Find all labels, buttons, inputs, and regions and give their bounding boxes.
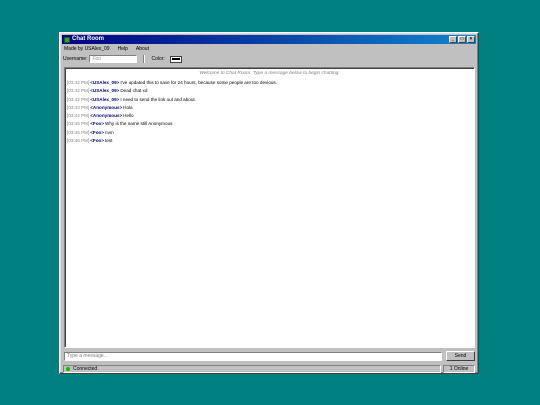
- online-count: 1 Online: [443, 365, 475, 373]
- connection-label: Connected: [73, 366, 98, 372]
- message-time: [03:45 PM]: [67, 129, 90, 135]
- message-text: I've updated this to save for 24 hours, …: [120, 80, 277, 85]
- menu-bar: Made by USAlex_09 Help About: [63, 45, 475, 53]
- username-input[interactable]: Foo: [89, 55, 138, 63]
- toolbar: Username: Foo Color:: [63, 54, 475, 64]
- color-picker[interactable]: [169, 55, 182, 63]
- window-title: Chat Room: [72, 36, 104, 42]
- menu-item-about[interactable]: About: [135, 46, 150, 52]
- close-button[interactable]: ×: [467, 36, 475, 43]
- message-time: [03:43 PM]: [67, 104, 90, 110]
- chat-message: [03:42 PM]<USAlex_09>I've updated this t…: [65, 79, 474, 87]
- message-time: [03:44 PM]: [67, 113, 90, 119]
- menu-item-help[interactable]: Help: [117, 46, 129, 52]
- app-icon: [64, 36, 70, 43]
- status-bar: Connected 1 Online: [63, 365, 475, 373]
- message-user: <USAlex_09>: [90, 80, 120, 85]
- color-label: Color:: [151, 56, 165, 62]
- title-bar[interactable]: Chat Room _ □ ×: [62, 35, 476, 44]
- minimize-button[interactable]: _: [449, 36, 457, 43]
- message-time: [03:46 PM]: [67, 138, 90, 144]
- message-text: Dead chat xd: [120, 88, 148, 94]
- chat-message: [03:42 PM]<USAlex_09>Dead chat xd: [65, 87, 474, 95]
- message-text: Hola: [123, 104, 133, 110]
- message-text: test: [105, 138, 113, 144]
- message-time: [03:45 PM]: [67, 121, 90, 127]
- message-input[interactable]: Type a message...: [64, 351, 442, 361]
- send-button[interactable]: Send: [446, 351, 475, 361]
- message-user: <Foo>: [90, 121, 105, 127]
- message-user: <USAlex_09>: [90, 96, 120, 102]
- maximize-button[interactable]: □: [458, 36, 466, 43]
- message-text: nvm: [105, 129, 114, 135]
- composer: Type a message... Send: [64, 351, 475, 361]
- toolbar-separator: [143, 55, 146, 63]
- chat-window: Chat Room _ □ × Made by USAlex_09 Help A…: [59, 32, 479, 374]
- chat-message: [03:44 PM]<Anonymous>Hello: [65, 112, 474, 120]
- username-label: Username:: [63, 56, 88, 62]
- chat-log[interactable]: Welcome to Chat Room. Type a message bel…: [64, 67, 475, 348]
- message-user: <Anonymous>: [90, 104, 123, 110]
- color-swatch-fill: [171, 58, 180, 60]
- status-indicator-icon: [66, 367, 70, 371]
- message-user: <Foo>: [90, 129, 105, 135]
- welcome-message: Welcome to Chat Room. Type a message bel…: [199, 71, 340, 76]
- message-text: Hello: [123, 113, 134, 119]
- message-user: <Anonymous>: [90, 113, 123, 119]
- chat-message: [03:43 PM]<Anonymous>Hola: [65, 104, 474, 112]
- message-user: <USAlex_09>: [90, 88, 120, 94]
- menu-item-made-by[interactable]: Made by USAlex_09: [63, 46, 111, 52]
- chat-message: [03:46 PM]<Foo>test: [65, 137, 474, 145]
- chat-message: [03:42 PM]<USAlex_09>I need to send the …: [65, 96, 474, 104]
- chat-message: [03:45 PM]<Foo>nvm: [65, 129, 474, 137]
- connection-status: Connected: [63, 365, 441, 373]
- message-text: I need to send the link out and about.: [120, 96, 196, 102]
- message-user: <Foo>: [90, 138, 105, 144]
- message-time: [03:42 PM]: [67, 88, 90, 94]
- message-text: Why is the name still Anonymous: [105, 121, 173, 127]
- message-time: [03:42 PM]: [67, 80, 90, 85]
- message-time: [03:42 PM]: [67, 96, 90, 102]
- chat-message: [03:45 PM]<Foo>Why is the name still Ano…: [65, 120, 474, 128]
